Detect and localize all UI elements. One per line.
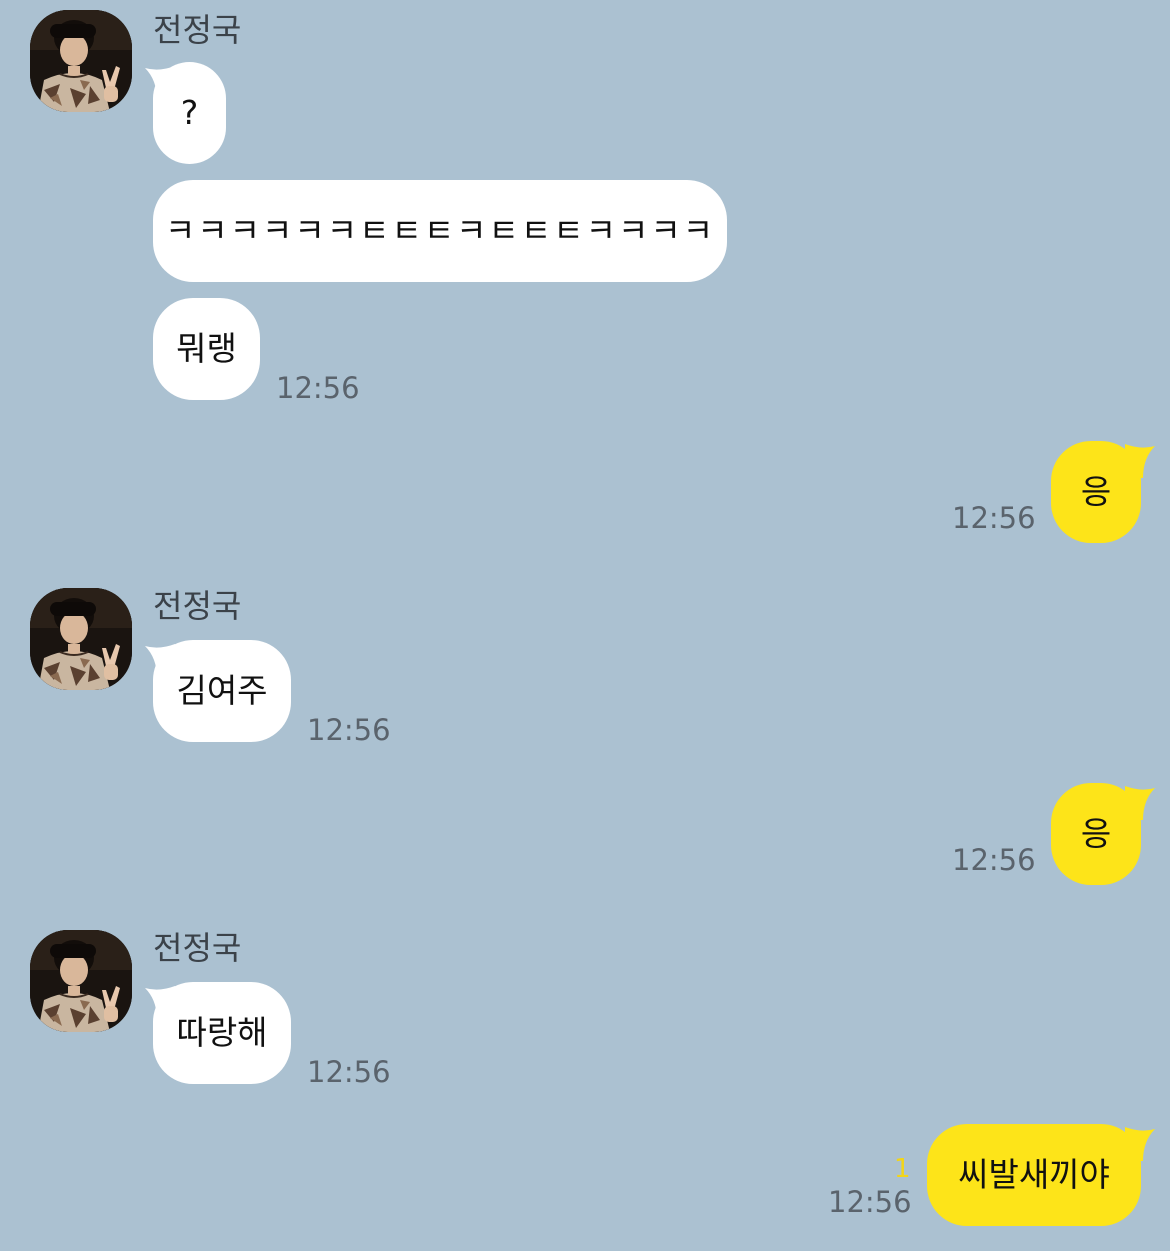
message-bubble-outgoing[interactable]: 씨발새끼야	[927, 1124, 1141, 1226]
message-bubble-incoming[interactable]: ?	[153, 62, 226, 164]
sender-name: 전정국	[153, 587, 242, 625]
message-timestamp: 12:56	[952, 843, 1036, 877]
message-bubble-incoming[interactable]: 뭐랭	[153, 298, 260, 400]
message-timestamp: 12:56	[276, 371, 360, 405]
sender-avatar[interactable]	[30, 930, 132, 1032]
message-bubble-incoming[interactable]: 따랑해	[153, 982, 291, 1084]
bubble-tail	[1125, 444, 1155, 478]
bubble-tail	[1125, 1127, 1155, 1161]
sender-avatar[interactable]	[30, 10, 132, 112]
message-bubble-incoming[interactable]: ㅋㅋㅋㅋㅋㅋㅌㅌㅌㅋㅌㅌㅌㅋㅋㅋㅋ	[153, 180, 727, 282]
unread-count: 1	[894, 1154, 911, 1184]
message-timestamp: 12:56	[828, 1185, 912, 1219]
message-bubble-incoming[interactable]: 김여주	[153, 640, 291, 742]
message-timestamp: 12:56	[307, 1055, 391, 1089]
message-timestamp: 12:56	[952, 501, 1036, 535]
bubble-tail	[1125, 786, 1155, 820]
sender-name: 전정국	[153, 11, 242, 49]
sender-name: 전정국	[153, 929, 242, 967]
message-timestamp: 12:56	[307, 713, 391, 747]
sender-avatar[interactable]	[30, 588, 132, 690]
